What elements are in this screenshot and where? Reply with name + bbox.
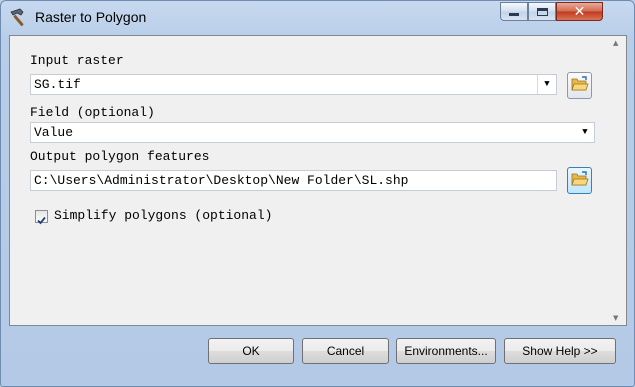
close-icon: ✕ [573,3,586,20]
chevron-down-icon[interactable]: ▼ [537,75,556,94]
cancel-button[interactable]: Cancel [302,338,389,364]
ok-button[interactable]: OK [208,338,294,364]
folder-open-icon [570,170,589,191]
input-raster-label: Input raster [30,53,124,68]
output-polygon-label: Output polygon features [30,149,210,164]
hammer-icon [8,7,30,29]
output-polygon-browse-button[interactable] [567,167,592,194]
maximize-icon [536,7,548,16]
field-dropdown[interactable]: Value ▼ [30,122,595,143]
output-polygon-value: C:\Users\Administrator\Desktop\New Folde… [34,173,409,188]
minimize-button[interactable] [500,2,528,21]
chevron-down-icon[interactable]: ▼ [576,123,594,142]
input-raster-combobox[interactable]: SG.tif ▼ [30,74,557,95]
folder-open-icon [570,75,589,96]
scroll-down-icon[interactable]: ▼ [613,314,618,322]
simplify-checkbox[interactable] [35,210,48,225]
environments-button[interactable]: Environments... [396,338,496,364]
close-button[interactable]: ✕ [556,2,603,21]
input-raster-browse-button[interactable] [567,72,592,99]
dialog-footer: OK Cancel Environments... Show Help >> [1,326,634,384]
scroll-up-icon[interactable]: ▲ [613,39,618,47]
field-label: Field (optional) [30,105,155,120]
maximize-button[interactable] [528,2,556,21]
title-bar[interactable]: Raster to Polygon ✕ [1,1,634,35]
output-polygon-input[interactable]: C:\Users\Administrator\Desktop\New Folde… [30,170,557,191]
dialog-window: Raster to Polygon ✕ Input raster SG.tif … [0,0,635,387]
minimize-icon [509,13,519,16]
field-value: Value [34,125,74,140]
vertical-scrollbar[interactable]: ▲ ▼ [609,36,626,325]
simplify-label[interactable]: Simplify polygons (optional) [54,208,272,223]
window-title: Raster to Polygon [35,9,147,25]
show-help-button[interactable]: Show Help >> [504,338,616,364]
input-raster-value: SG.tif [34,77,81,92]
checkmark-icon [37,216,46,225]
parameters-panel: Input raster SG.tif ▼ Field (optional) V… [9,35,627,326]
